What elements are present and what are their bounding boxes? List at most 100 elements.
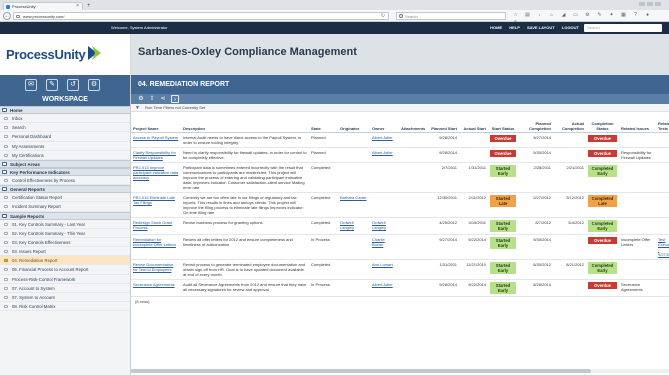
table-link[interactable]: Ordwell Langley — [372, 220, 386, 230]
table-link[interactable]: PRJ-015 Eliminate Late Tax Filings — [133, 195, 175, 205]
send-icon[interactable]: ◢ — [560, 12, 567, 19]
sidebar-item[interactable]: Inbox — [0, 114, 130, 124]
table-row[interactable]: Access to Payroll System Internal Audit n… — [131, 132, 669, 148]
sidebar-section[interactable]: Sample Reports — [0, 211, 130, 220]
sidebar-item[interactable]: Search — [0, 123, 130, 133]
sidebar-item[interactable]: 04. Remediation Report — [0, 256, 130, 266]
stop-icon[interactable]: ● — [644, 12, 651, 19]
pen-icon[interactable]: ✎ — [596, 12, 603, 19]
column-header[interactable]: Start Status — [488, 112, 518, 133]
column-header[interactable]: Actual Start — [459, 112, 488, 133]
nav-help[interactable]: HELP — [509, 25, 520, 30]
column-header[interactable]: Related Issues — [619, 112, 656, 133]
close-window-icon[interactable] — [655, 2, 661, 6]
sidebar-item[interactable]: 03. Key Controls Effectiveness — [0, 238, 130, 248]
column-header[interactable]: Related Tests — [656, 112, 669, 133]
nav-home[interactable]: HOME — [490, 25, 502, 30]
clipboard-icon[interactable]: ▤ — [524, 12, 531, 19]
table-link[interactable]: Albert Adler — [372, 150, 393, 155]
nav-save-layout[interactable]: SAVE LAYOUT — [527, 25, 555, 30]
table-link[interactable]: Albert Adler — [372, 135, 393, 140]
sidebar-item[interactable]: Certification Status Report — [0, 193, 130, 203]
table-link[interactable]: Ordwell Langley — [340, 220, 354, 230]
scrollbar-thumb[interactable] — [131, 369, 591, 373]
column-header[interactable]: Owner — [370, 112, 399, 133]
table-row[interactable]: PRJ-013 Improve participant indicative d… — [131, 162, 669, 193]
sidebar-item[interactable]: 05. Financial Process to Account Report — [0, 265, 130, 275]
sidebar-item[interactable]: 07. System to Account — [0, 293, 130, 303]
column-header[interactable]: Project Name — [131, 112, 181, 133]
sidebar-item[interactable]: 07. Account to System — [0, 284, 130, 293]
maximize-icon[interactable] — [647, 2, 653, 6]
sidebar-item[interactable]: Control Effectiveness by Process — [0, 176, 130, 186]
edit-icon[interactable]: ✎ — [46, 79, 58, 91]
column-header[interactable]: Originator — [338, 112, 370, 133]
sidebar-item[interactable]: 02. Key Controls Summary - This Year — [0, 229, 130, 238]
table-link[interactable]: PRJ-013 Improve participant indicative d… — [133, 165, 178, 180]
column-header[interactable]: Attachments — [399, 112, 429, 133]
next-icon[interactable]: › — [171, 95, 179, 103]
history-icon[interactable]: ↺ — [67, 79, 79, 91]
question-icon[interactable]: ? — [632, 12, 639, 19]
table-link[interactable]: Charlie Brown — [372, 237, 385, 247]
app-search-input[interactable]: Search — [584, 24, 662, 32]
sidebar-item[interactable]: 03. Issues Report — [0, 247, 130, 257]
nav-logout[interactable]: LOGOUT — [562, 25, 579, 30]
table-link[interactable]: Test Execution - 9/27/2014 — [658, 237, 669, 257]
chat-icon[interactable]: ▭ — [572, 12, 579, 19]
browser-search-input[interactable]: Search — [396, 12, 506, 20]
column-header[interactable]: State — [309, 112, 338, 133]
table-link[interactable]: Ann Lomart — [372, 262, 393, 267]
column-header[interactable]: Planned Completion — [518, 112, 553, 133]
column-header[interactable]: Actual Completion — [553, 112, 586, 133]
grid-icon[interactable]: ▦ — [620, 12, 627, 19]
table-link[interactable]: Severance Agreements — [133, 282, 175, 287]
table-link[interactable]: Remediation for Incomplete Offer Letters — [133, 237, 176, 247]
table-link[interactable]: Barbara Carter — [340, 195, 366, 200]
sidebar-item[interactable]: Personal Dashboard — [0, 132, 130, 142]
column-header[interactable]: Planned Start — [429, 112, 459, 133]
horizontal-scrollbar[interactable] — [131, 369, 669, 373]
sidebar-item[interactable]: My Certifications — [0, 151, 130, 160]
table-row[interactable]: Clarify Responsibility for Firewall Upda… — [131, 147, 669, 163]
settings-icon[interactable]: ⚙ — [137, 95, 145, 103]
settings-icon[interactable]: ⚙ — [88, 79, 100, 91]
puzzle-icon[interactable]: ✦ — [608, 12, 615, 19]
table-link[interactable]: Albert Adler — [372, 282, 393, 287]
star-icon[interactable]: ☆ — [512, 12, 519, 19]
sidebar-item[interactable]: Incident Summary Report — [0, 202, 130, 212]
table-row[interactable]: Remediation for Incomplete Offer Letters… — [131, 234, 669, 260]
new-tab-button[interactable]: + — [87, 3, 91, 9]
minimize-icon[interactable] — [639, 2, 645, 6]
table-link[interactable]: Access to Payroll System — [133, 135, 178, 140]
share-icon[interactable]: ⋖ — [159, 95, 167, 103]
download-icon[interactable]: ↓ — [536, 12, 543, 19]
column-header[interactable]: Description — [181, 112, 309, 133]
sidebar-item[interactable]: 08. Risk Control Matrix — [0, 302, 130, 312]
addon-icon[interactable]: ⚙ — [584, 12, 591, 19]
table-row[interactable]: PRJ-015 Eliminate Late Tax Filings Curren… — [131, 192, 669, 218]
sidebar-section[interactable]: Key Performance Indicators — [0, 167, 130, 176]
sidebar-section[interactable]: Subject Areas — [0, 159, 130, 168]
reload-icon[interactable]: ↻ — [381, 13, 385, 20]
table-row[interactable]: Revise Documentation for Term'd Employee… — [131, 259, 669, 280]
table-row[interactable]: Redesign Stock Grant Process Revise busin… — [131, 217, 669, 235]
table-row[interactable]: Severance Agreements Audit all Severance … — [131, 279, 669, 297]
column-header[interactable]: Completion Status — [586, 112, 619, 133]
home-icon[interactable]: ⌂ — [548, 12, 555, 19]
sidebar-item[interactable]: Process-Risk-Control Framework — [0, 275, 130, 284]
table-link[interactable]: Revise Documentation for Term'd Employee… — [133, 262, 173, 272]
back-button[interactable]: ← — [3, 12, 11, 20]
close-tab-icon[interactable]: × — [76, 3, 79, 10]
inbox-icon[interactable]: ✉ — [25, 79, 37, 91]
sidebar-section[interactable]: Home — [0, 106, 130, 114]
sidebar-section[interactable]: General Reports — [0, 185, 130, 194]
table-link[interactable]: Clarify Responsibility for Firewall Upda… — [133, 150, 176, 160]
table-link[interactable]: Redesign Stock Grant Process — [133, 220, 172, 230]
export-icon[interactable]: ⇪ — [148, 95, 156, 103]
sidebar-item[interactable]: 01. Key Controls Summary - Last Year — [0, 220, 130, 229]
filter-bar[interactable]: ▼ Run Time Filters not Currently Set — [131, 104, 669, 112]
sidebar-item[interactable]: My Assessments — [0, 142, 130, 151]
url-bar[interactable]: www.processunity.com/ ↻ — [13, 12, 389, 20]
browser-tab[interactable]: ProcessUnity × — [3, 2, 83, 10]
